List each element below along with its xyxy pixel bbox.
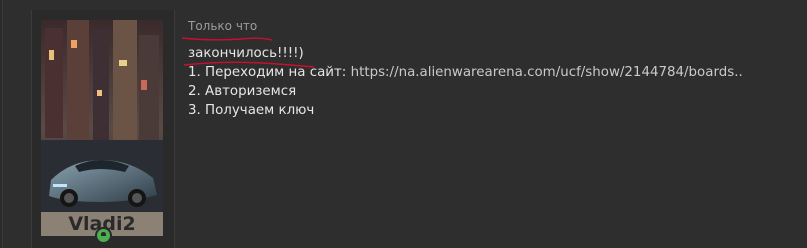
post-timestamp[interactable]: Только что <box>188 19 257 33</box>
forum-post: Vladi2 Только что закончилось!!!!) 1. Пе… <box>2 0 807 248</box>
avatar[interactable]: Vladi2 <box>41 20 163 236</box>
headline-annotation <box>183 61 315 68</box>
avatar-image: Vladi2 <box>41 20 163 236</box>
alienware-link[interactable]: https://na.alienwarearena.com/ucf/show/2… <box>351 65 743 80</box>
post-body: закончилось!!!!) 1. Переходим на сайт: h… <box>188 44 743 120</box>
online-status-icon <box>95 227 112 244</box>
timestamp-annotation <box>181 37 273 41</box>
post-step-3: 3. Получаем ключ <box>188 103 315 118</box>
post-step-2: 2. Авториземся <box>188 84 297 99</box>
author-panel: Vladi2 <box>31 10 175 248</box>
